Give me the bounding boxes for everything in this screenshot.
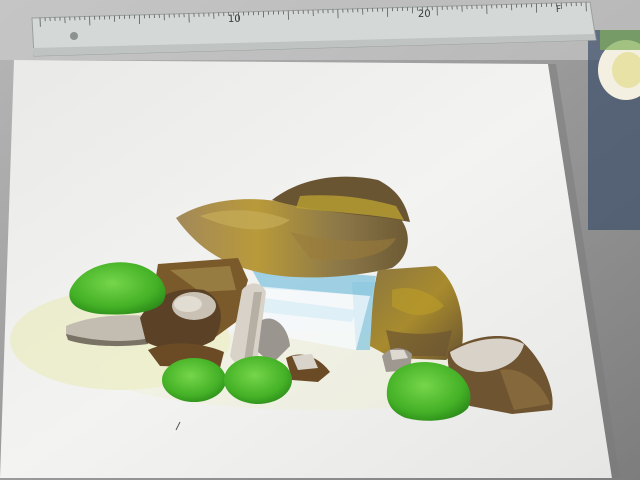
right-tall-rock <box>370 266 463 360</box>
moss-clump-center <box>224 356 292 404</box>
ruler-screw-icon <box>70 32 78 40</box>
paint-palette <box>588 30 640 230</box>
ruler-end-mark: F <box>556 5 561 15</box>
scene-svg: 10 20 F <box>0 0 640 480</box>
moss-clump-center-left <box>162 358 226 402</box>
ruler-label-20: 20 <box>418 9 431 20</box>
photo-scene: 10 20 F <box>0 0 640 480</box>
ruler-label-10: 10 <box>228 14 241 25</box>
